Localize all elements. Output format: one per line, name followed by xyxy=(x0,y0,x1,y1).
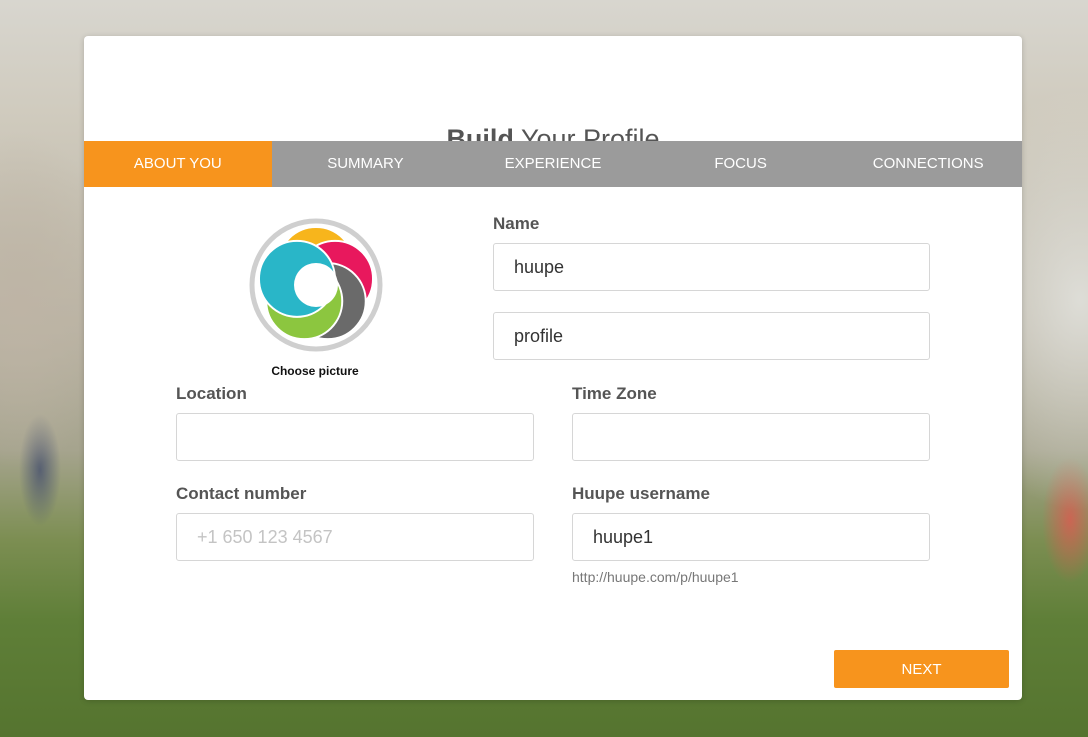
profile-url-hint: http://huupe.com/p/huupe1 xyxy=(572,569,739,585)
tab-experience[interactable]: EXPERIENCE xyxy=(459,141,647,187)
username-label: Huupe username xyxy=(572,484,710,503)
profile-card: Build Your Profile ABOUT YOU SUMMARY EXP… xyxy=(84,36,1022,700)
last-name-input[interactable] xyxy=(493,312,930,360)
tab-summary[interactable]: SUMMARY xyxy=(272,141,460,187)
name-label: Name xyxy=(493,214,540,233)
contact-label: Contact number xyxy=(176,484,307,503)
tab-connections[interactable]: CONNECTIONS xyxy=(834,141,1022,187)
timezone-label: Time Zone xyxy=(572,384,657,403)
tab-about-you[interactable]: ABOUT YOU xyxy=(84,141,272,187)
location-label: Location xyxy=(176,384,247,403)
tab-focus[interactable]: FOCUS xyxy=(647,141,835,187)
first-name-input[interactable] xyxy=(493,243,930,291)
choose-picture-link[interactable]: Choose picture xyxy=(215,364,415,378)
contact-input[interactable] xyxy=(176,513,534,561)
avatar[interactable] xyxy=(249,218,383,352)
timezone-input[interactable] xyxy=(572,413,930,461)
huupe-logo-icon xyxy=(249,218,383,352)
username-input[interactable] xyxy=(572,513,930,561)
next-button[interactable]: NEXT xyxy=(834,650,1009,688)
location-input[interactable] xyxy=(176,413,534,461)
step-tabs: ABOUT YOU SUMMARY EXPERIENCE FOCUS CONNE… xyxy=(84,141,1022,187)
